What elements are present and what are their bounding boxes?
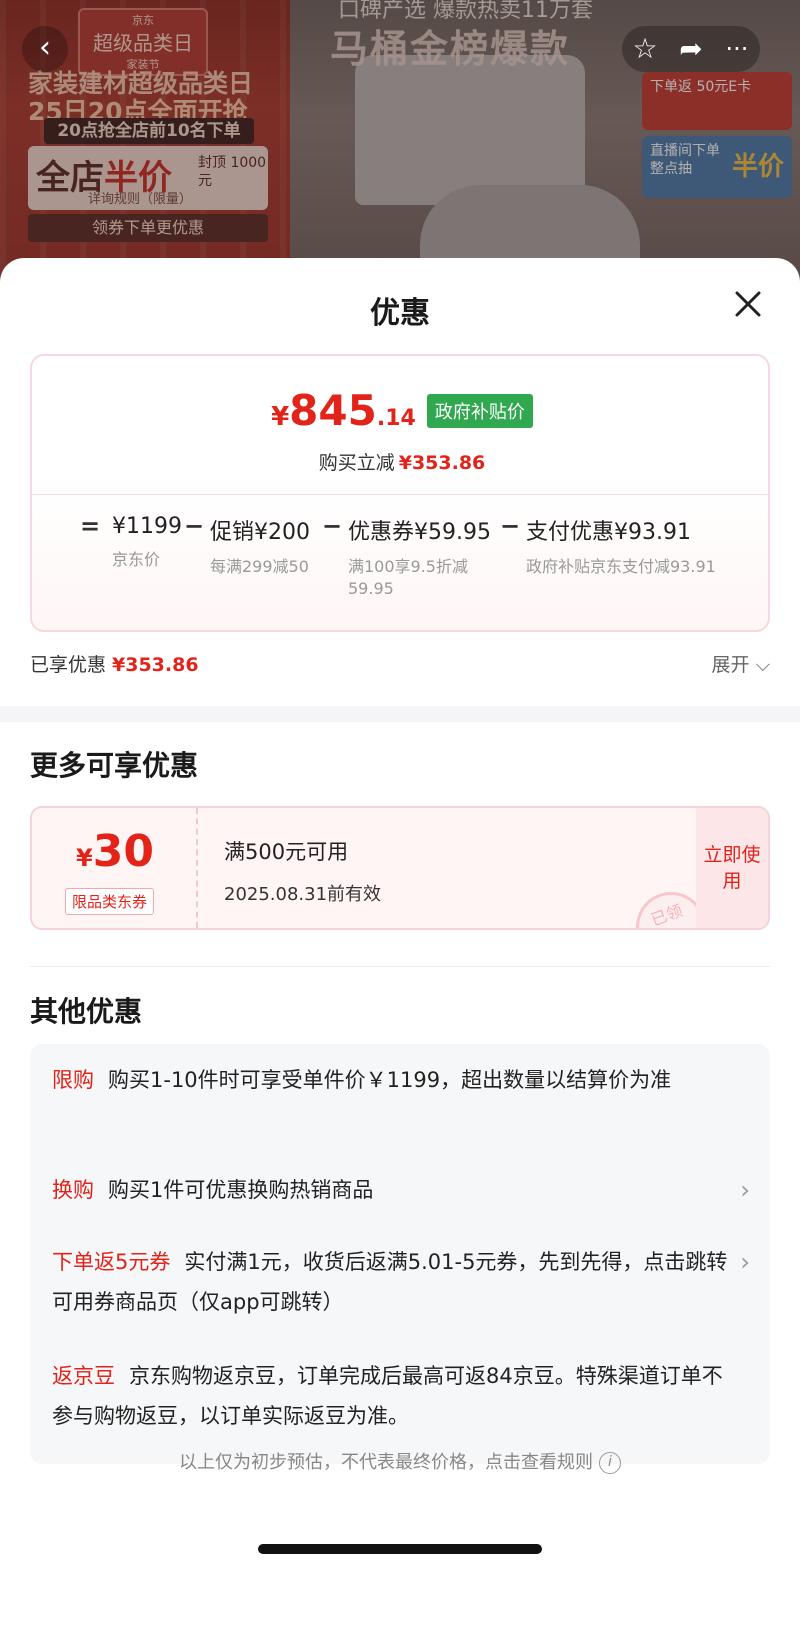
use-now-button[interactable]: 立即使用	[696, 808, 768, 928]
enjoyed-discount-row: 已享优惠 ¥353.86 展开 ⌵	[30, 650, 770, 682]
final-price-row: ¥845.14 政府补贴价	[32, 386, 768, 435]
breakdown-note: 政府补贴京东支付减93.91	[526, 557, 716, 576]
enjoyed-discount: 已享优惠 ¥353.86	[30, 654, 199, 676]
price-breakdown: = ¥1199 京东价 − 促销¥200 每满299减50 − 优惠券¥59.9…	[32, 512, 768, 614]
more-discounts-title: 更多可享优惠	[30, 749, 199, 782]
chevron-right-icon: ›	[740, 1248, 750, 1276]
coupon-condition: 满500元可用	[224, 840, 349, 864]
discount-tag: 换购	[52, 1178, 94, 1202]
section-divider	[0, 706, 800, 722]
expand-button[interactable]: 展开 ⌵	[712, 650, 770, 677]
coupon-amount-area: ¥30 限品类东券	[32, 808, 198, 928]
coupon-type-tag: 限品类东券	[65, 888, 155, 915]
other-discounts-title: 其他优惠	[30, 995, 143, 1028]
gov-subsidy-tag: 政府补贴价	[426, 393, 533, 428]
breakdown-note: 每满299减50	[210, 557, 309, 576]
discount-text: 购买1-10件时可享受单件价￥1199，超出数量以结算价为准	[108, 1068, 672, 1092]
home-indicator	[258, 1544, 542, 1554]
chevron-left-icon[interactable]: ‹	[22, 26, 68, 72]
star-icon[interactable]: ☆	[622, 26, 668, 72]
footer-note-text: 以上仅为初步预估，不代表最终价格，点击查看规则	[179, 1452, 593, 1473]
breakdown-item: 优惠券¥59.95 满100享9.5折减59.95	[348, 514, 498, 600]
discount-text: 购买1件可优惠换购热销商品	[108, 1178, 374, 1202]
breakdown-item: 促销¥200 每满299减50	[210, 514, 314, 578]
close-icon[interactable]	[730, 286, 766, 322]
discount-tag: 返京豆	[52, 1364, 115, 1388]
more-icon[interactable]: ···	[714, 26, 760, 72]
divider	[30, 966, 770, 967]
discount-tag: 限购	[52, 1068, 94, 1092]
discount-tag: 下单返5元券	[52, 1250, 171, 1274]
instant-discount-row: 购买立减 ¥353.86	[32, 448, 768, 475]
list-item[interactable]: 换购 购买1件可优惠换购热销商品 ›	[52, 1170, 750, 1210]
instant-discount-value: ¥353.86	[398, 452, 486, 474]
final-price: ¥845.14	[271, 386, 416, 435]
breakdown-op: =	[80, 512, 101, 540]
coupon-amount: ¥30	[76, 826, 154, 877]
sheet-title: 优惠	[370, 296, 430, 331]
breakdown-op: −	[322, 512, 343, 540]
list-item: 返京豆 京东购物返京豆，订单完成后最高可返84京豆。特殊渠道订单不参与购物返豆，以…	[52, 1356, 732, 1436]
breakdown-note: 京东价	[112, 550, 161, 569]
list-item: 限购 购买1-10件时可享受单件价￥1199，超出数量以结算价为准	[52, 1060, 732, 1100]
other-discounts-list: 限购 购买1-10件时可享受单件价￥1199，超出数量以结算价为准 换购 购买1件可…	[30, 1044, 770, 1464]
list-item[interactable]: 下单返5元券 实付满1元，收货后返满5.01-5元券，先到先得，点击跳转可用券商品…	[52, 1242, 750, 1322]
card-divider	[32, 494, 768, 495]
breakdown-value: 促销¥200	[210, 520, 310, 545]
discount-sheet: 优惠 ¥845.14 政府补贴价 购买立减 ¥353.86 = ¥1199 京东价…	[0, 258, 800, 1644]
breakdown-value: 优惠券¥59.95	[348, 520, 491, 545]
share-icon[interactable]: ➦	[668, 26, 714, 72]
product-page-background: 京东 超级品类日 家装节 家装建材超级品类日 25日20点全面开抢 20点抢全店…	[0, 0, 800, 300]
breakdown-op: −	[500, 512, 521, 540]
instant-discount-label: 购买立减	[318, 452, 395, 474]
chevron-right-icon: ›	[740, 1176, 750, 1204]
breakdown-value: 支付优惠¥93.91	[526, 520, 691, 545]
discount-text: 京东购物返京豆，订单完成后最高可返84京豆。特殊渠道订单不参与购物返豆，以订单实…	[52, 1364, 723, 1428]
info-icon[interactable]: i	[599, 1452, 621, 1474]
breakdown-op: −	[184, 512, 205, 540]
breakdown-item: 支付优惠¥93.91 政府补贴京东支付减93.91	[526, 514, 726, 578]
coupon-expiry: 2025.08.31前有效	[224, 884, 382, 905]
coupon-card[interactable]: ¥30 限品类东券 满500元可用 2025.08.31前有效 已领 立即使用	[30, 806, 770, 930]
footer-note[interactable]: 以上仅为初步预估，不代表最终价格，点击查看规则 i	[0, 1448, 800, 1474]
price-summary-card: ¥845.14 政府补贴价 购买立减 ¥353.86 = ¥1199 京东价 − …	[30, 354, 770, 632]
breakdown-note: 满100享9.5折减59.95	[348, 557, 468, 598]
